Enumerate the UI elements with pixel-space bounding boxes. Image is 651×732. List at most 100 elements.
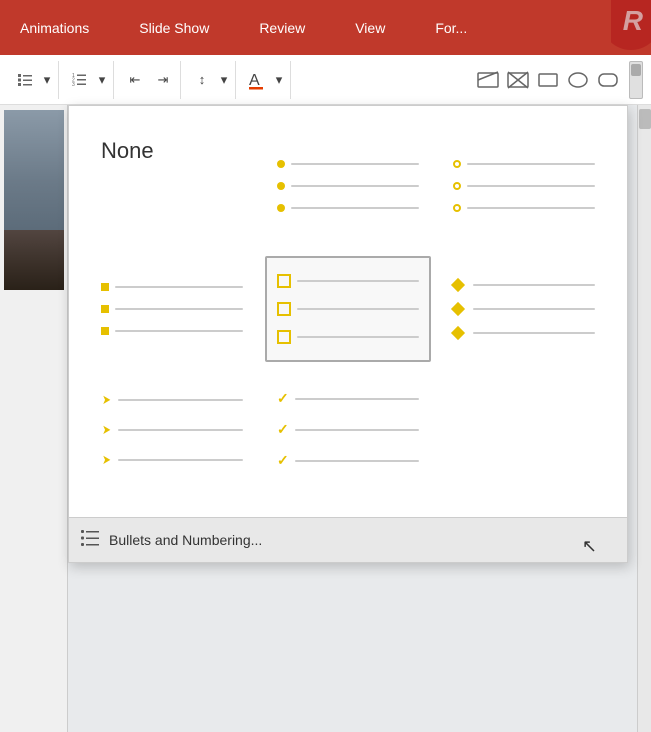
toolbar-rounded-btn[interactable]: [595, 67, 621, 93]
dm-bullet-2: [451, 302, 465, 316]
sq-line-3: [101, 327, 243, 335]
dm-bullet-3: [451, 326, 465, 340]
sqdash-3: [115, 330, 243, 332]
bullets-numbering-label: Bullets and Numbering...: [109, 532, 262, 548]
ordered-list-btn[interactable]: 123: [67, 67, 93, 93]
cbdash-1: [297, 280, 419, 282]
tab-review[interactable]: Review: [249, 12, 315, 44]
circle-line-1: [453, 160, 595, 168]
bullet-diamond-option[interactable]: [441, 256, 607, 362]
cb-line-1: [277, 274, 419, 288]
circle-bullet-1: [453, 160, 461, 168]
toolbar-rect-btn[interactable]: [535, 67, 561, 93]
main-content: None: [0, 105, 651, 732]
dmdash-3: [473, 332, 595, 334]
linespace-btn[interactable]: ↕: [189, 67, 215, 93]
small-square-lines: [101, 277, 243, 341]
outdent-btn[interactable]: ⇤: [122, 67, 148, 93]
sqdash-1: [115, 286, 243, 288]
numbered-list-group: 123 ▾: [63, 61, 114, 99]
circle-bullet-3: [453, 204, 461, 212]
tab-slideshow[interactable]: Slide Show: [129, 12, 219, 44]
bullet-check-option[interactable]: ✓ ✓ ✓: [265, 372, 431, 487]
tab-animations[interactable]: Animations: [10, 12, 99, 44]
sq-bullet-3: [101, 327, 109, 335]
dot-line-1: [277, 160, 419, 168]
linespace-dropdown-btn[interactable]: ▾: [217, 67, 231, 93]
text-style-btn[interactable]: A: [244, 67, 270, 93]
bullet-empty-option: [441, 372, 607, 487]
ar-line-1: ➤: [101, 392, 243, 408]
dot-bullet-1: [277, 160, 285, 168]
mouse-cursor: ↖: [582, 536, 597, 557]
circle-bullet-2: [453, 182, 461, 190]
bullets-numbering-btn[interactable]: Bullets and Numbering... ↖: [69, 517, 627, 562]
dot-line-3: [277, 204, 419, 212]
dmdash-2: [473, 308, 595, 310]
unordered-list-btn[interactable]: [12, 67, 38, 93]
toolbar-row: ▾ 123 ▾ ⇤ ⇥ ↕ ▾ A ▾: [0, 55, 651, 105]
ar-bullet-3: ➤: [102, 452, 111, 468]
ckdash-3: [295, 460, 419, 462]
toolbar-icon-1[interactable]: [475, 67, 501, 93]
text-group: A ▾: [240, 61, 291, 99]
bullet-dot-option[interactable]: [265, 126, 431, 246]
bullet-checkbox-option[interactable]: [265, 256, 431, 362]
bullet-small-square-option[interactable]: [89, 256, 255, 362]
sqdash-2: [115, 308, 243, 310]
cdash-1: [467, 163, 595, 165]
text-dropdown-btn[interactable]: ▾: [272, 67, 286, 93]
ar-bullet-1: ➤: [102, 392, 111, 408]
toolbar-icon-2[interactable]: [505, 67, 531, 93]
tab-view[interactable]: View: [345, 12, 395, 44]
scrollbar[interactable]: [629, 61, 643, 99]
cb-bullet-3: [277, 330, 291, 344]
cb-line-3: [277, 330, 419, 344]
right-scrollbar[interactable]: [637, 105, 651, 732]
ck-bullet-2: ✓: [277, 421, 289, 438]
sq-line-2: [101, 305, 243, 313]
dot-bullet-lines: [277, 154, 419, 218]
indent-btn[interactable]: ⇥: [150, 67, 176, 93]
ck-bullet-1: ✓: [277, 390, 289, 407]
ck-line-1: ✓: [277, 390, 419, 407]
tab-format[interactable]: For...: [425, 12, 477, 44]
slide-thumbnail[interactable]: [4, 110, 64, 290]
bullet-circle-option[interactable]: [441, 126, 607, 246]
ardash-3: [118, 459, 243, 461]
ar-bullet-2: ➤: [102, 422, 111, 438]
arrow-lines: ➤ ➤ ➤: [101, 386, 243, 474]
check-lines: ✓ ✓ ✓: [277, 384, 419, 475]
bullet-none-option[interactable]: None: [89, 126, 255, 246]
ardash-2: [118, 429, 243, 431]
numbered-list-dropdown-btn[interactable]: ▾: [95, 67, 109, 93]
bullet-arrow-option[interactable]: ➤ ➤ ➤: [89, 372, 255, 487]
sq-bullet-2: [101, 305, 109, 313]
none-label: None: [101, 138, 154, 164]
slide-panel: [0, 105, 68, 732]
brand-mark: R: [611, 0, 651, 55]
dm-line-1: [453, 280, 595, 290]
list-tools-group: ▾: [8, 61, 59, 99]
list-dropdown-btn[interactable]: ▾: [40, 67, 54, 93]
sq-bullet-1: [101, 283, 109, 291]
bullet-dropdown: None: [68, 105, 628, 563]
dmdash-1: [473, 284, 595, 286]
cdash-3: [467, 207, 595, 209]
toolbar-ellipse-btn[interactable]: [565, 67, 591, 93]
dm-line-3: [453, 328, 595, 338]
ck-line-2: ✓: [277, 421, 419, 438]
ck-bullet-3: ✓: [277, 452, 289, 469]
linespace-group: ↕ ▾: [185, 61, 236, 99]
ck-line-3: ✓: [277, 452, 419, 469]
dot-line-2: [277, 182, 419, 190]
ribbon-bar: Animations Slide Show Review View For...…: [0, 0, 651, 55]
cb-bullet-1: [277, 274, 291, 288]
sq-line-1: [101, 283, 243, 291]
dash-3: [291, 207, 419, 209]
ardash-1: [118, 399, 243, 401]
cdash-2: [467, 185, 595, 187]
dm-line-2: [453, 304, 595, 314]
ckdash-1: [295, 398, 419, 400]
bullet-options-grid: None: [89, 126, 607, 487]
